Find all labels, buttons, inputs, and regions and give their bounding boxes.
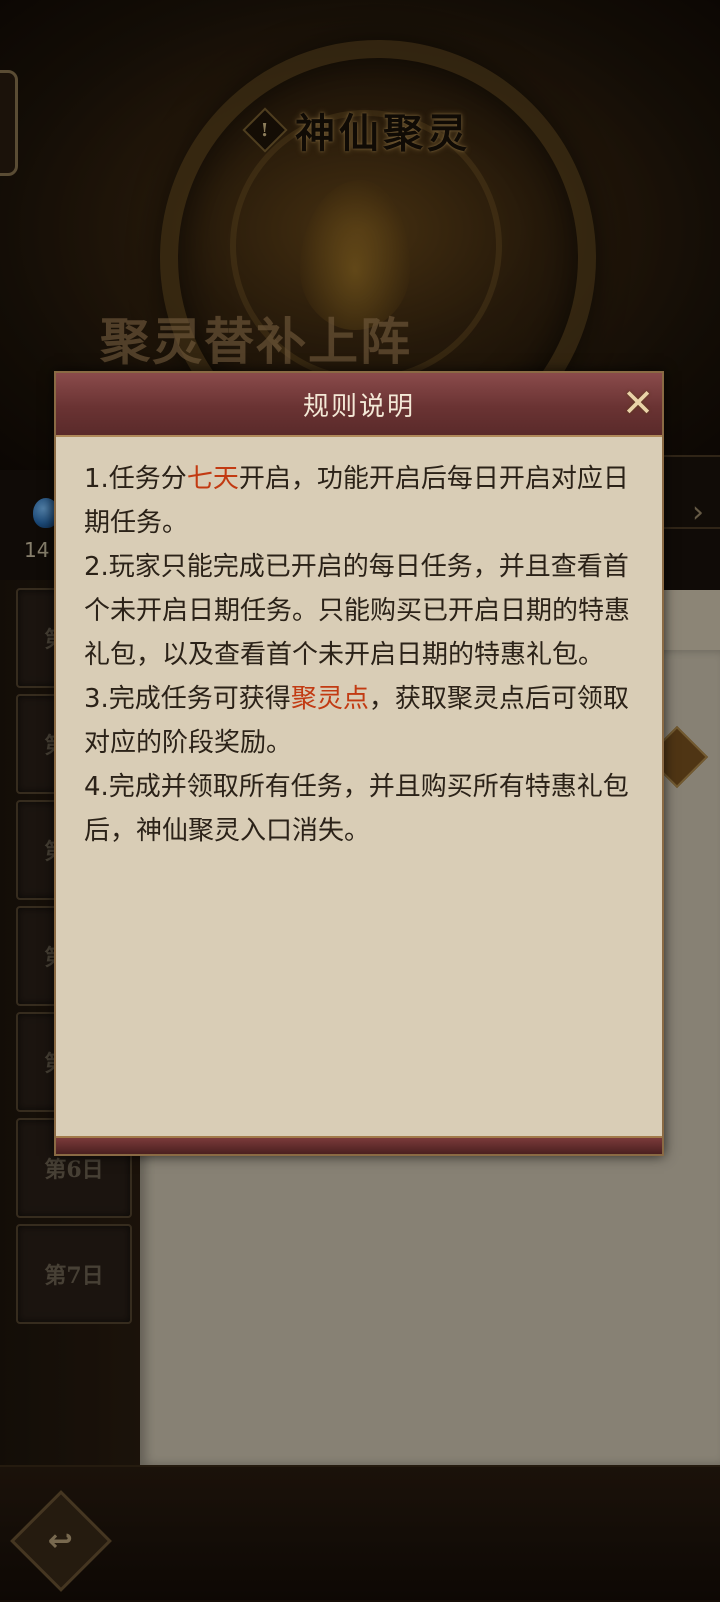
highlight-text: 七天 [186,464,239,494]
rule-item-2: 2.玩家只能完成已开启的每日任务，并且查看首个未开启日期任务。只能购买已开启日期… [84,552,631,670]
rule-item-1: 1.任务分七天开启，功能开启后每日开启对应日期任务。 [84,464,629,538]
close-icon: ✕ [622,381,654,425]
dialog-header: 规则说明 [56,373,662,437]
rules-text: 1.任务分七天开启，功能开启后每日开启对应日期任务。 2.玩家只能完成已开启的每… [84,457,639,853]
highlight-text: 聚灵点 [290,684,369,714]
rule-item-4: 4.完成并领取所有任务，并且购买所有特惠礼包后，神仙聚灵入口消失。 [84,772,629,846]
dialog-title: 规则说明 [302,391,415,422]
dialog-footer [56,1136,662,1154]
rule-item-3: 3.完成任务可获得聚灵点，获取聚灵点后可领取对应的阶段奖励。 [84,684,629,758]
close-button[interactable]: ✕ [618,383,658,423]
rules-dialog: 规则说明 ✕ 1.任务分七天开启，功能开启后每日开启对应日期任务。 2.玩家只能… [54,371,664,1156]
